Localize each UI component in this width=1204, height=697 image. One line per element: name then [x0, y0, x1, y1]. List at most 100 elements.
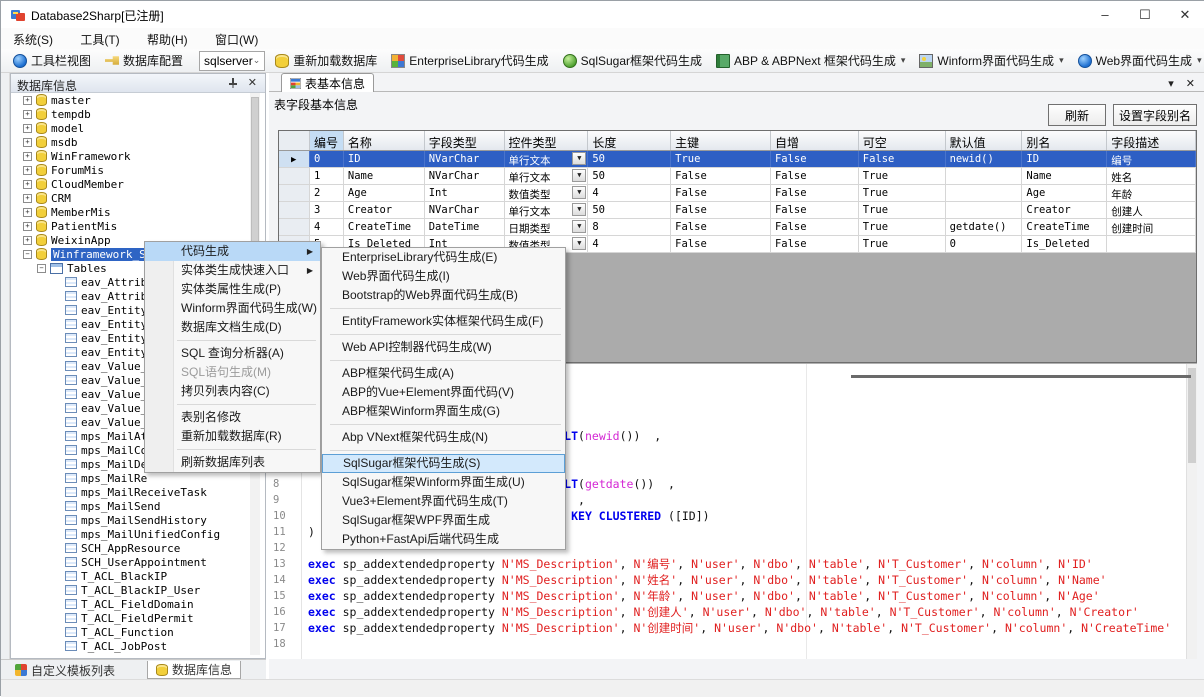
menu-item[interactable]: SqlSugar框架代码生成(S): [322, 454, 565, 473]
database-type-combobox[interactable]: sqlserver ⌄: [199, 51, 265, 71]
grid-cell[interactable]: 0: [946, 236, 1023, 252]
tab-custom-templates[interactable]: 自定义模板列表: [7, 661, 123, 679]
menu-item[interactable]: 刷新数据库列表: [145, 453, 320, 472]
maximize-button[interactable]: ☐: [1125, 1, 1165, 28]
expand-box-icon[interactable]: +: [23, 208, 32, 217]
grid-cell[interactable]: False: [671, 202, 771, 218]
expand-box-icon[interactable]: +: [23, 180, 32, 189]
grid-cell[interactable]: Is_Deleted: [1022, 236, 1107, 252]
grid-row[interactable]: 2AgeInt数值类型▼4FalseFalseTrueAge年龄: [279, 185, 1196, 202]
grid-cell[interactable]: False: [771, 202, 859, 218]
grid-column-header[interactable]: 可空: [859, 131, 946, 150]
expand-box-icon[interactable]: +: [23, 124, 32, 133]
menu-item[interactable]: 代码生成▶: [145, 242, 320, 261]
grid-cell[interactable]: 数值类型▼: [505, 185, 589, 201]
grid-cell[interactable]: ID: [344, 151, 425, 167]
menu-item[interactable]: ABP框架代码生成(A): [322, 364, 565, 383]
expand-box-icon[interactable]: +: [23, 166, 32, 175]
menu-item[interactable]: EnterpriseLibrary代码生成(E): [322, 248, 565, 267]
control-type-combobox-button[interactable]: ▼: [572, 152, 586, 165]
tree-node-table[interactable]: mps_MailReceiveTask: [11, 485, 249, 499]
tree-node-database[interactable]: +ForumMis: [11, 163, 249, 177]
row-selector-cell[interactable]: [279, 185, 310, 201]
panel-collapse-icon[interactable]: ▾: [1168, 77, 1174, 90]
grid-cell[interactable]: False: [671, 185, 771, 201]
tree-node-database[interactable]: +msdb: [11, 135, 249, 149]
grid-cell[interactable]: CreateTime: [344, 219, 425, 235]
menu-item[interactable]: 表别名修改: [145, 408, 320, 427]
tree-node-table[interactable]: T_ACL_BlackIP: [11, 569, 249, 583]
close-button[interactable]: ✕: [1165, 1, 1204, 28]
grid-cell[interactable]: 4: [310, 219, 344, 235]
grid-cell[interactable]: False: [771, 219, 859, 235]
tree-node-table[interactable]: SCH_AppResource: [11, 541, 249, 555]
menu-item[interactable]: Web界面代码生成(I): [322, 267, 565, 286]
tree-node-database[interactable]: +tempdb: [11, 107, 249, 121]
tree-node-database[interactable]: +model: [11, 121, 249, 135]
grid-cell[interactable]: NVarChar: [425, 202, 505, 218]
tree-node-table[interactable]: T_ACL_FieldPermit: [11, 611, 249, 625]
expand-box-icon[interactable]: −: [37, 264, 46, 273]
expand-box-icon[interactable]: +: [23, 194, 32, 203]
menu-item[interactable]: SqlSugar框架Winform界面生成(U): [322, 473, 565, 492]
tree-node-database[interactable]: +CRM: [11, 191, 249, 205]
editor-scrollbar-thumb[interactable]: [1188, 368, 1196, 463]
winform-codegen-button[interactable]: Winform界面代码生成 ▾: [915, 51, 1067, 71]
menu-item[interactable]: 拷贝列表内容(C): [145, 382, 320, 401]
toolbar-view-button[interactable]: 工具栏视图: [9, 51, 95, 71]
refresh-button[interactable]: 刷新: [1048, 104, 1106, 126]
grid-cell[interactable]: 年龄: [1107, 185, 1196, 201]
expand-box-icon[interactable]: +: [23, 222, 32, 231]
grid-cell[interactable]: DateTime: [425, 219, 505, 235]
grid-cell[interactable]: 单行文本▼: [505, 151, 589, 167]
grid-cell[interactable]: False: [671, 219, 771, 235]
web-codegen-button[interactable]: Web界面代码生成 ▾: [1074, 51, 1204, 71]
tree-node-database[interactable]: +PatientMis: [11, 219, 249, 233]
grid-cell[interactable]: False: [671, 168, 771, 184]
grid-cell[interactable]: 1: [310, 168, 344, 184]
grid-cell[interactable]: Name: [1022, 168, 1107, 184]
menu-item[interactable]: SQL 查询分析器(A): [145, 344, 320, 363]
row-selector-cell[interactable]: [279, 168, 310, 184]
grid-cell[interactable]: True: [859, 202, 946, 218]
tree-node-table[interactable]: mps_MailSendHistory: [11, 513, 249, 527]
menu-item[interactable]: Python+FastApi后端代码生成: [322, 530, 565, 549]
grid-cell[interactable]: False: [771, 151, 859, 167]
grid-cell[interactable]: 3: [310, 202, 344, 218]
grid-cell[interactable]: 创建人: [1107, 202, 1196, 218]
grid-column-header[interactable]: 控件类型: [505, 131, 589, 150]
grid-row[interactable]: 1NameNVarChar单行文本▼50FalseFalseTrueName姓名: [279, 168, 1196, 185]
grid-cell[interactable]: 8: [588, 219, 671, 235]
grid-cell[interactable]: CreateTime: [1022, 219, 1107, 235]
row-selector-cell[interactable]: [279, 202, 310, 218]
grid-column-header[interactable]: 自增: [771, 131, 859, 150]
grid-cell[interactable]: 单行文本▼: [505, 168, 589, 184]
grid-cell[interactable]: False: [671, 236, 771, 252]
code-line[interactable]: 18: [269, 636, 1197, 652]
grid-cell[interactable]: False: [771, 185, 859, 201]
tree-node-table[interactable]: T_ACL_BlackIP_User: [11, 583, 249, 597]
menu-item[interactable]: 重新加载数据库(R): [145, 427, 320, 446]
tree-node-database[interactable]: +MemberMis: [11, 205, 249, 219]
row-selector-cell[interactable]: [279, 219, 310, 235]
grid-row[interactable]: ▶0IDNVarChar单行文本▼50TrueFalseFalsenewid()…: [279, 151, 1196, 168]
menu-item[interactable]: ABP框架Winform界面生成(G): [322, 402, 565, 421]
control-type-combobox-button[interactable]: ▼: [572, 203, 586, 216]
sqlsugar-codegen-button[interactable]: SqlSugar框架代码生成: [559, 51, 706, 71]
grid-cell[interactable]: True: [859, 168, 946, 184]
control-type-combobox-button[interactable]: ▼: [572, 186, 586, 199]
grid-cell[interactable]: ID: [1022, 151, 1107, 167]
tree-node-table[interactable]: mps_MailRe: [11, 471, 249, 485]
grid-cell[interactable]: 0: [310, 151, 344, 167]
menu-item[interactable]: 实体类生成快速入口▶: [145, 261, 320, 280]
tree-node-database[interactable]: +master: [11, 93, 249, 107]
menu-tools[interactable]: 工具(T): [68, 28, 131, 49]
grid-cell[interactable]: 2: [310, 185, 344, 201]
grid-column-header[interactable]: 主键: [671, 131, 771, 150]
expand-box-icon[interactable]: +: [23, 96, 32, 105]
grid-cell[interactable]: 创建时间: [1107, 219, 1196, 235]
control-type-combobox-button[interactable]: ▼: [572, 237, 586, 250]
grid-column-header[interactable]: 字段类型: [425, 131, 505, 150]
expand-box-icon[interactable]: +: [23, 138, 32, 147]
grid-cell[interactable]: getdate(): [946, 219, 1023, 235]
